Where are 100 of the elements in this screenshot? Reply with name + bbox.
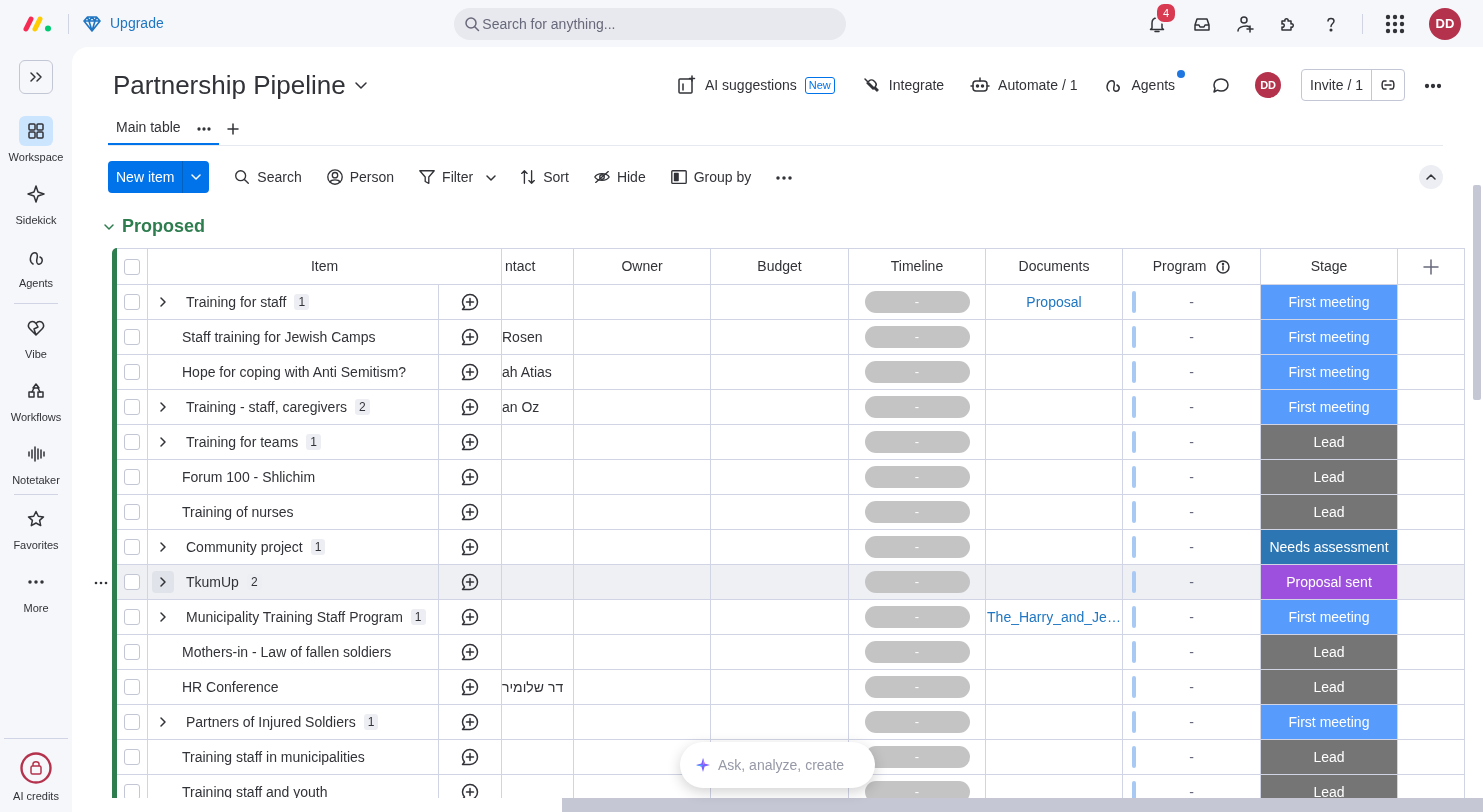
checkbox[interactable] [124, 574, 140, 591]
tab[interactable]: Main table [108, 112, 219, 145]
checkbox[interactable] [124, 399, 140, 416]
item-name[interactable]: Partners of Injured Soldiers [186, 711, 356, 733]
stage-label[interactable]: Lead [1261, 495, 1398, 531]
stage-label[interactable]: Lead [1261, 635, 1398, 671]
column-header[interactable]: Stage [1310, 256, 1348, 278]
toolbar-button[interactable]: Filter [418, 166, 474, 188]
sidebar-item[interactable]: Vibe [0, 313, 72, 376]
scrollbar-thumb[interactable] [562, 798, 1483, 812]
add-update-icon[interactable] [460, 712, 480, 733]
item-name[interactable]: Training - staff, caregivers [186, 396, 348, 418]
add-update-icon[interactable] [460, 432, 480, 453]
item-name[interactable]: Mothers-in - Law of fallen soldiers [182, 641, 392, 663]
add-update-icon[interactable] [460, 747, 480, 768]
item-name[interactable]: Training for staff [186, 291, 287, 313]
add-update-icon[interactable] [460, 572, 480, 593]
checkbox[interactable] [124, 784, 140, 798]
add-update-icon[interactable] [460, 397, 480, 418]
user-avatar[interactable]: DD [1429, 7, 1461, 40]
add-person-icon[interactable] [1235, 13, 1255, 34]
stage-label[interactable]: Lead [1261, 775, 1398, 798]
checkbox[interactable] [124, 329, 140, 346]
info-icon[interactable] [1216, 260, 1231, 275]
toolbar-button[interactable]: Group by [669, 166, 752, 188]
user-avatar[interactable]: DD [1255, 72, 1282, 99]
add-update-icon[interactable] [460, 677, 480, 698]
stage-label[interactable]: Proposal sent [1261, 565, 1398, 601]
item-name[interactable]: Forum 100 - Shlichim [182, 466, 316, 488]
toolbar-button[interactable]: Sort [519, 166, 569, 188]
checkbox[interactable] [124, 294, 140, 311]
add-update-icon[interactable] [460, 642, 480, 663]
item-name[interactable]: Municipality Training Staff Program [186, 606, 403, 628]
scrollbar-thumb[interactable] [1473, 185, 1481, 400]
group-title[interactable]: Proposed [122, 212, 205, 240]
toolbar-button[interactable]: Automate / 1 [970, 70, 1078, 101]
chat-icon[interactable] [1211, 76, 1232, 96]
sidebar-item[interactable]: Workspace [0, 116, 72, 179]
apps-grid-icon[interactable] [1384, 12, 1406, 35]
expand-button[interactable] [152, 571, 174, 594]
item-name[interactable]: Staff training for Jewish Camps [182, 326, 376, 348]
sidebar-item[interactable]: Agents [0, 242, 72, 305]
toolbar-button[interactable]: Person [325, 166, 395, 188]
search-field[interactable]: Search for anything... [454, 7, 847, 40]
sidebar-item[interactable]: Notetaker [0, 439, 72, 502]
checkbox[interactable] [124, 609, 140, 626]
item-name[interactable]: Hope for coping with Anti Semitism? [182, 361, 407, 383]
upgrade-link[interactable]: Upgrade [83, 13, 164, 34]
document-link[interactable]: The_Harry_and_Je… [987, 606, 1121, 628]
stage-label[interactable]: Lead [1261, 670, 1398, 706]
toolbar-button[interactable]: Agents [1103, 70, 1186, 101]
toolbar-button[interactable]: Integrate [860, 70, 945, 101]
add-update-icon[interactable] [460, 782, 480, 798]
checkbox[interactable] [124, 364, 140, 381]
stage-label[interactable]: Lead [1261, 460, 1398, 496]
add-update-icon[interactable] [460, 502, 480, 523]
collapse-button[interactable] [1419, 165, 1443, 190]
expand-button[interactable] [19, 60, 53, 94]
sidebar-item[interactable]: Sidekick [0, 179, 72, 242]
toolbar-button[interactable]: Hide [592, 166, 646, 188]
item-name[interactable]: Community project [186, 536, 303, 558]
checkbox[interactable] [124, 714, 140, 731]
add-update-icon[interactable] [460, 327, 480, 348]
document-link[interactable]: Proposal [1026, 291, 1082, 313]
logo-icon[interactable] [22, 14, 54, 33]
sidebar-item[interactable]: Workflows [0, 376, 72, 439]
checkbox[interactable] [124, 469, 140, 486]
add-update-icon[interactable] [460, 362, 480, 383]
checkbox[interactable] [124, 539, 140, 556]
checkbox[interactable] [124, 679, 140, 696]
column-header[interactable]: Item [310, 256, 339, 278]
checkbox[interactable] [124, 434, 140, 451]
more-icon[interactable] [94, 581, 108, 586]
item-name[interactable]: Training of nurses [182, 501, 294, 523]
checkbox[interactable] [124, 644, 140, 661]
add-update-icon[interactable] [460, 467, 480, 488]
item-name[interactable]: Training for teams [186, 431, 299, 453]
add-update-icon[interactable] [460, 607, 480, 628]
column-header[interactable]: Budget [757, 256, 802, 278]
ask-field[interactable]: Ask, analyze, create [680, 742, 875, 788]
add-update-icon[interactable] [460, 537, 480, 558]
ai-credits-button[interactable]: AI credits [0, 752, 72, 812]
column-header[interactable]: Owner [621, 256, 663, 278]
stage-label[interactable]: Needs assessment [1261, 530, 1398, 566]
add-column-icon[interactable] [1423, 258, 1439, 275]
item-name[interactable]: Training staff in municipalities [182, 746, 365, 768]
sidebar-item[interactable]: More [0, 567, 72, 630]
board-title[interactable]: Partnership Pipeline [113, 65, 346, 105]
stage-label[interactable]: Lead [1261, 425, 1398, 461]
checkbox[interactable] [124, 749, 140, 766]
stage-label[interactable]: Lead [1261, 740, 1398, 776]
add-update-icon[interactable] [460, 292, 480, 313]
checkbox[interactable] [124, 504, 140, 521]
toolbar-button[interactable]: AI suggestions New [676, 70, 835, 101]
item-name[interactable]: HR Conference [182, 676, 279, 698]
sidebar-item[interactable]: Favorites [0, 504, 72, 567]
toolbar-button[interactable]: Search [233, 166, 302, 188]
item-name[interactable]: TkumUp [186, 571, 239, 593]
checkbox[interactable] [124, 258, 140, 275]
plus-icon[interactable] [226, 122, 239, 135]
